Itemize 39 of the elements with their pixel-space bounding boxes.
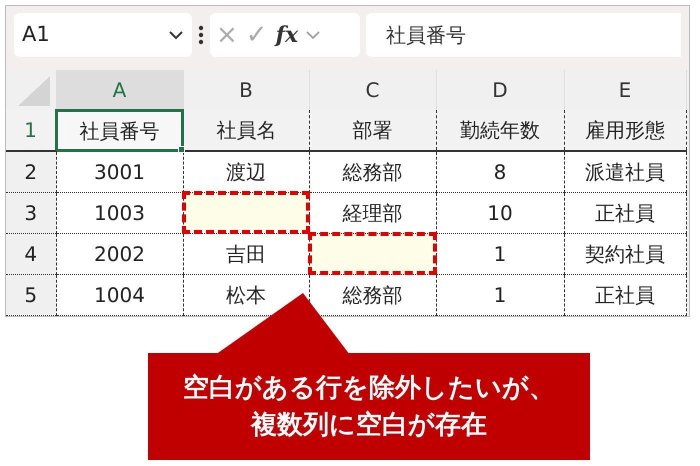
table-cell[interactable]: 雇用形態 — [564, 110, 686, 151]
fill-handle[interactable] — [178, 146, 185, 153]
name-box[interactable]: A1 — [14, 13, 192, 57]
table-cell[interactable]: 部署 — [309, 110, 436, 151]
formula-field[interactable]: 社員番号 — [366, 13, 681, 57]
table-cell[interactable]: 10 — [436, 192, 564, 233]
highlighted-empty-cell[interactable] — [309, 233, 436, 274]
table-cell[interactable]: 8 — [436, 151, 564, 192]
row-header[interactable]: 4 — [6, 233, 56, 274]
table-cell[interactable]: 1 — [436, 274, 564, 315]
highlighted-empty-cell[interactable] — [183, 192, 309, 233]
table-cell[interactable]: 契約社員 — [564, 233, 686, 274]
more-icon[interactable] — [198, 25, 204, 45]
callout-text: 複数列に空白が存在 — [251, 408, 487, 442]
row-header[interactable]: 1 — [6, 110, 56, 151]
table-cell[interactable]: 正社員 — [564, 192, 686, 233]
table-cell[interactable]: 1004 — [56, 274, 183, 315]
column-header[interactable]: D — [436, 70, 564, 110]
table-cell[interactable]: 社員番号 — [56, 110, 183, 151]
column-header[interactable]: B — [183, 70, 309, 110]
table-cell[interactable]: 勤続年数 — [436, 110, 564, 151]
column-header[interactable]: C — [309, 70, 436, 110]
cell-reference: A1 — [22, 21, 50, 48]
table-cell[interactable]: 2002 — [56, 233, 183, 274]
table-cell[interactable]: 正社員 — [564, 274, 686, 315]
insert-function-button[interactable]: fx — [276, 18, 298, 52]
row-header[interactable]: 3 — [6, 192, 56, 233]
table-cell[interactable]: 1 — [436, 233, 564, 274]
column-header[interactable]: E — [564, 70, 686, 110]
table-cell[interactable]: 3001 — [56, 151, 183, 192]
caret-icon — [306, 30, 320, 40]
row-header[interactable]: 2 — [6, 151, 56, 192]
table-cell[interactable]: 社員名 — [183, 110, 309, 151]
table-cell[interactable]: 総務部 — [309, 151, 436, 192]
table-cell[interactable]: 派遣社員 — [564, 151, 686, 192]
caret-icon — [168, 30, 184, 40]
column-header[interactable]: A — [56, 70, 183, 110]
row-header[interactable]: 5 — [6, 274, 56, 315]
callout-text: 空白がある行を除外したいが、 — [183, 372, 555, 406]
